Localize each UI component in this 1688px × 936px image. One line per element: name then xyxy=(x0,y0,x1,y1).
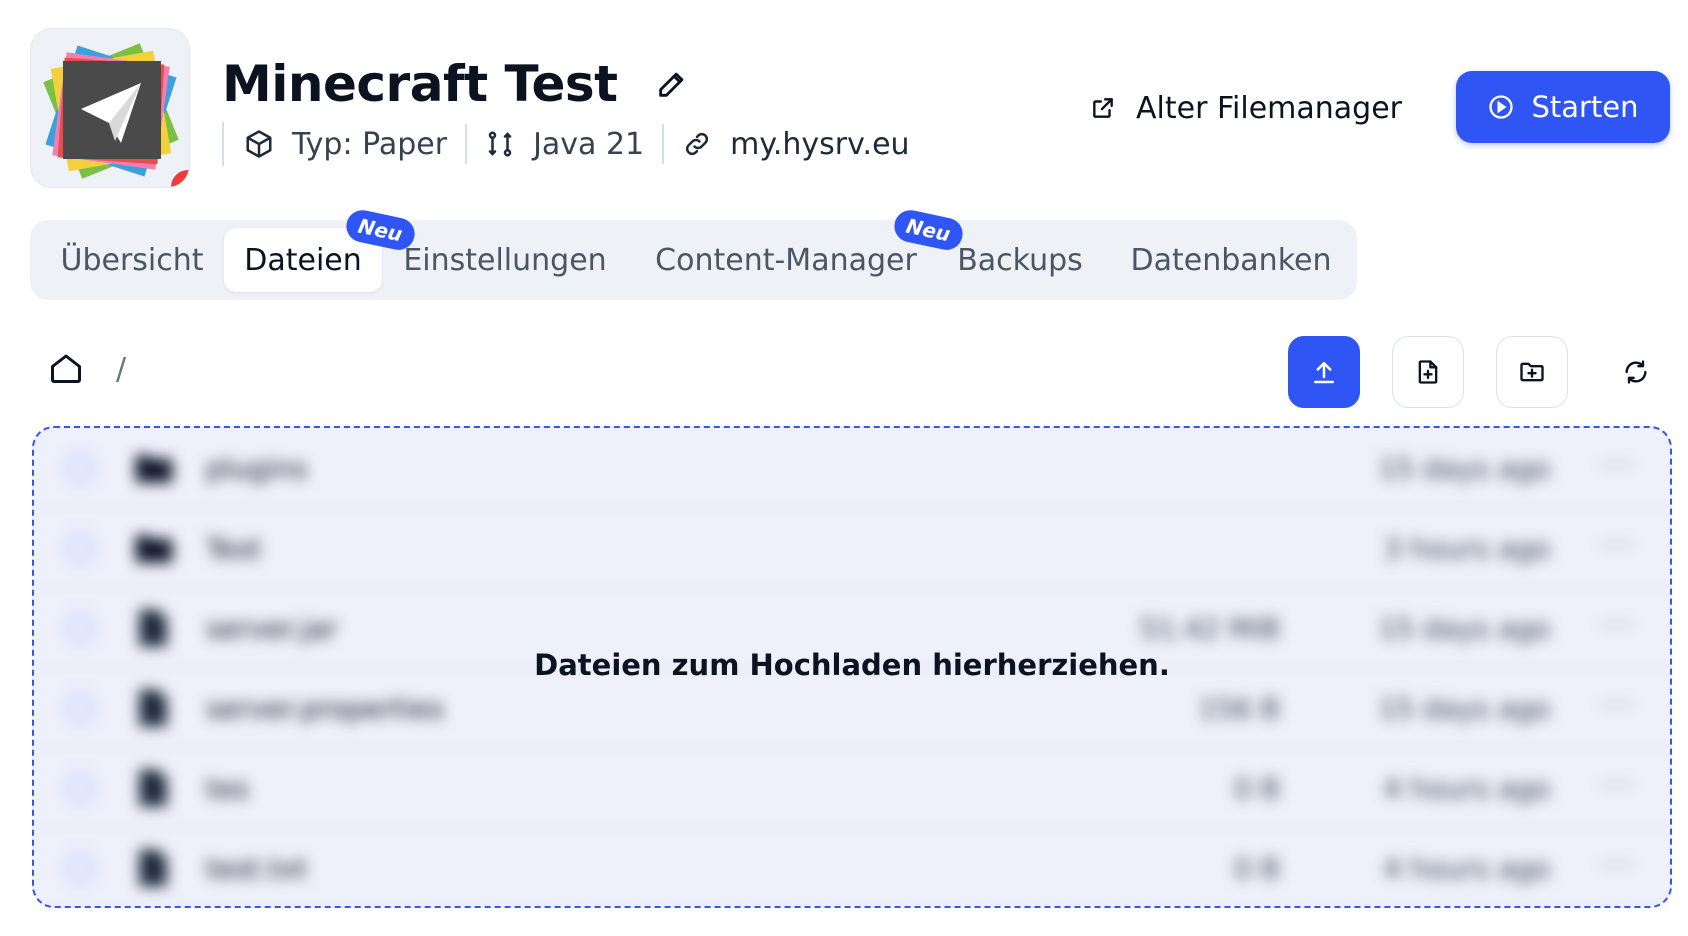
tab-label: Dateien xyxy=(244,242,362,278)
file-name: plugins xyxy=(206,452,308,485)
file-icon xyxy=(139,609,167,647)
tab-overview[interactable]: Übersicht xyxy=(42,228,222,292)
file-size: 0 B xyxy=(1234,852,1280,885)
version-compare-icon xyxy=(488,131,512,157)
file-modified: 15 days ago xyxy=(1378,452,1550,485)
more-actions-icon[interactable]: ··· xyxy=(1601,768,1636,803)
file-modified: 15 days ago xyxy=(1378,612,1550,645)
tab-label: Backups xyxy=(957,242,1083,278)
row-checkbox[interactable] xyxy=(64,612,96,644)
file-name: Test xyxy=(206,532,262,565)
file-icon xyxy=(139,689,167,727)
refresh-button[interactable] xyxy=(1600,336,1672,408)
row-checkbox[interactable] xyxy=(64,452,96,484)
file-modified: 15 days ago xyxy=(1378,692,1550,725)
old-filemanager-link[interactable]: Alter Filemanager xyxy=(1090,84,1402,132)
upload-button[interactable] xyxy=(1288,336,1360,408)
upload-dropzone[interactable]: plugins 15 days ago ··· Test 3 hours ago… xyxy=(32,426,1672,908)
pencil-icon xyxy=(658,72,683,97)
java-version-label: Java 21 xyxy=(533,126,645,162)
tab-settings[interactable]: Einstellungen xyxy=(398,228,612,292)
folder-icon xyxy=(135,455,173,483)
server-type-label: Typ: Paper xyxy=(292,126,448,162)
server-type: Typ: Paper xyxy=(244,127,447,162)
table-row[interactable]: plugins 15 days ago ··· xyxy=(34,428,1670,508)
table-row[interactable]: test.txt 0 B 4 hours ago ··· xyxy=(34,828,1670,906)
home-icon xyxy=(51,354,81,383)
server-address[interactable]: my.hysrv.eu xyxy=(682,126,910,162)
file-size: 0 B xyxy=(1234,772,1280,805)
file-name: tes xyxy=(206,772,249,805)
start-button[interactable]: Starten xyxy=(1456,71,1670,143)
paper-stack-icon xyxy=(43,43,179,179)
tab-bar: Übersicht Dateien Einstellungen Content-… xyxy=(30,207,1357,300)
upload-icon xyxy=(1314,362,1334,384)
table-row[interactable]: tes 0 B 4 hours ago ··· xyxy=(34,748,1670,828)
file-icon xyxy=(139,849,167,887)
server-address-label: my.hysrv.eu xyxy=(730,126,910,162)
meta-divider xyxy=(465,124,468,164)
play-circle-icon xyxy=(1489,95,1514,119)
more-actions-icon[interactable]: ··· xyxy=(1601,448,1636,483)
link-icon xyxy=(686,132,709,156)
file-size: 51.42 MiB xyxy=(1139,612,1280,645)
file-size: 156 B xyxy=(1198,692,1280,725)
new-file-button[interactable] xyxy=(1392,336,1464,408)
refresh-icon xyxy=(1625,360,1647,384)
tab-label: Übersicht xyxy=(60,242,204,278)
file-name: test.txt xyxy=(206,852,308,885)
edit-name-button[interactable] xyxy=(652,64,692,104)
start-button-label: Starten xyxy=(1531,90,1639,124)
row-checkbox[interactable] xyxy=(64,772,96,804)
server-icon xyxy=(30,28,190,188)
file-modified: 4 hours ago xyxy=(1383,772,1550,805)
dropzone-message: Dateien zum Hochladen hierherziehen. xyxy=(534,648,1170,682)
more-actions-icon[interactable]: ··· xyxy=(1601,688,1636,723)
file-icon xyxy=(139,769,167,807)
file-modified: 3 hours ago xyxy=(1383,532,1550,565)
tab-backups[interactable]: Backups xyxy=(950,228,1090,292)
server-title: Minecraft Test xyxy=(222,55,618,113)
breadcrumb-separator: / xyxy=(116,352,127,387)
file-name: server.properties xyxy=(206,692,444,725)
folder-icon xyxy=(135,535,173,563)
new-folder-icon xyxy=(1520,362,1544,382)
new-file-icon xyxy=(1418,360,1438,384)
table-row[interactable]: Test 3 hours ago ··· xyxy=(34,508,1670,588)
tab-label: Datenbanken xyxy=(1130,242,1332,278)
more-actions-icon[interactable]: ··· xyxy=(1601,528,1636,563)
more-actions-icon[interactable]: ··· xyxy=(1601,848,1636,883)
tab-databases[interactable]: Datenbanken xyxy=(1118,228,1344,292)
tab-content-manager[interactable]: Content-Manager xyxy=(648,228,924,292)
cube-icon xyxy=(246,130,272,158)
file-name: server.jar xyxy=(206,612,338,645)
java-version: Java 21 xyxy=(485,127,644,162)
more-actions-icon[interactable]: ··· xyxy=(1601,608,1636,643)
server-meta: Typ: Paper Java 21 my.hysrv.eu xyxy=(222,122,910,166)
meta-divider xyxy=(662,124,665,164)
new-folder-button[interactable] xyxy=(1496,336,1568,408)
row-checkbox[interactable] xyxy=(64,852,96,884)
external-link-icon xyxy=(1093,98,1113,118)
row-checkbox[interactable] xyxy=(64,532,96,564)
tab-label: Content-Manager xyxy=(655,242,917,278)
file-modified: 4 hours ago xyxy=(1383,852,1550,885)
breadcrumb-home-button[interactable] xyxy=(48,350,84,386)
old-filemanager-label: Alter Filemanager xyxy=(1136,90,1402,126)
tab-label: Einstellungen xyxy=(403,242,607,278)
row-checkbox[interactable] xyxy=(64,692,96,724)
